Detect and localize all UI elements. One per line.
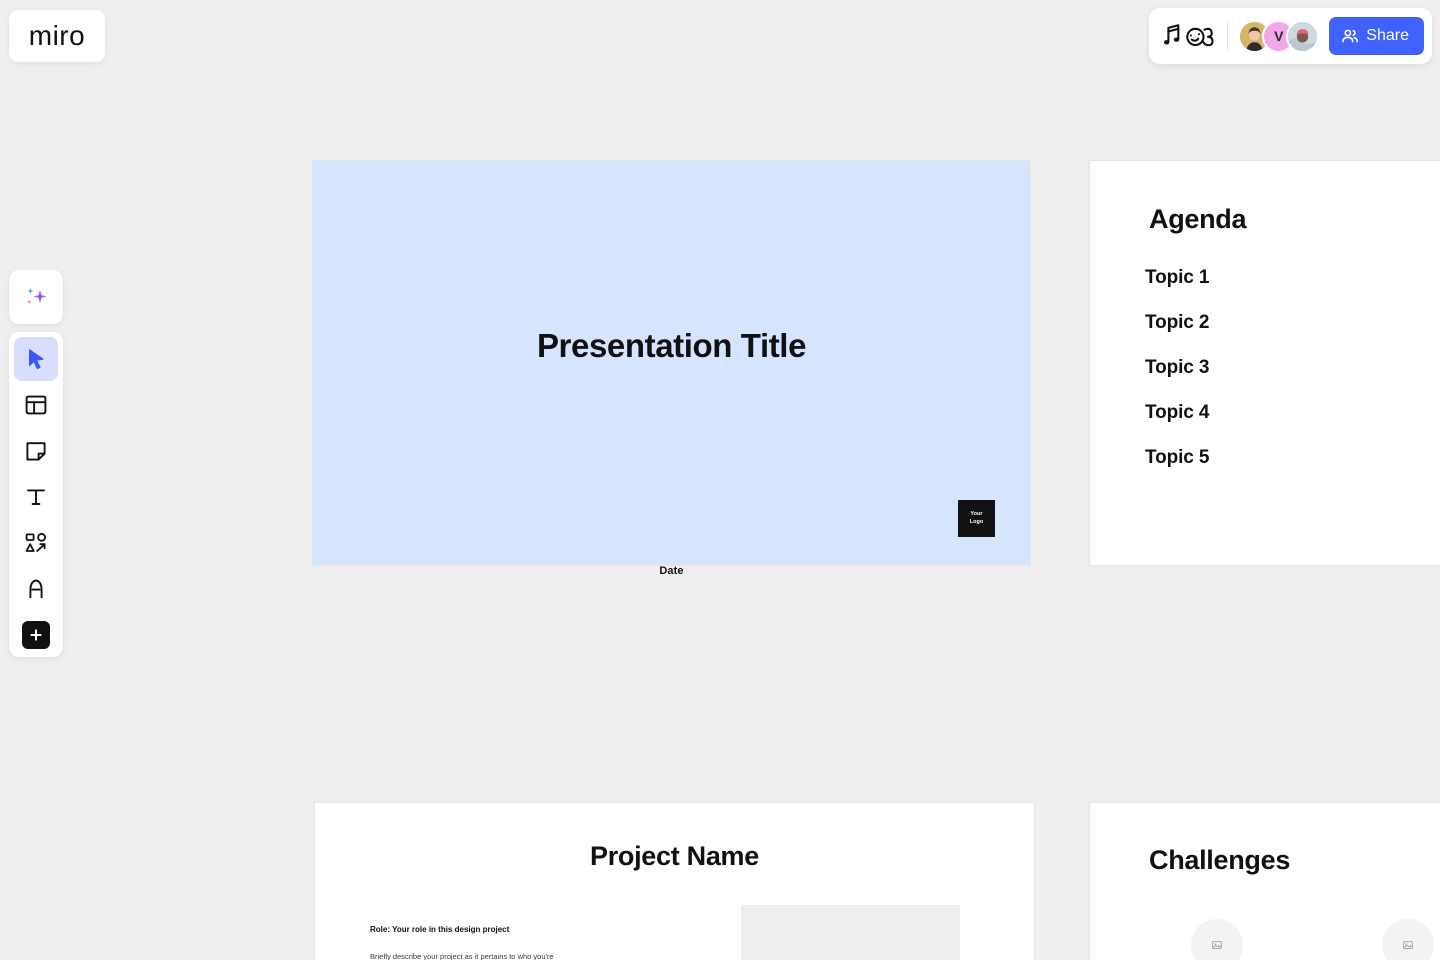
- tool-select[interactable]: [14, 337, 58, 381]
- ai-tool-button[interactable]: [9, 270, 63, 324]
- left-toolbar: [9, 332, 63, 657]
- top-right-toolbar: V Share: [1149, 8, 1432, 64]
- sparkles-icon: [26, 288, 47, 305]
- tool-templates[interactable]: [14, 383, 58, 427]
- board-canvas[interactable]: Presentation Title Date Your Logo Agenda…: [0, 0, 1440, 960]
- slide-presentation-title[interactable]: Presentation Title Date Your Logo: [313, 161, 1030, 577]
- share-button-label: Share: [1366, 27, 1409, 44]
- toolbar-divider: [1227, 21, 1229, 51]
- collaborator-avatars: V: [1238, 19, 1320, 53]
- agenda-topic-item[interactable]: Topic 5: [1145, 447, 1395, 469]
- slide-date-text: Date: [659, 565, 684, 577]
- tool-text[interactable]: [14, 475, 58, 519]
- pen-nib-icon: [29, 579, 43, 599]
- miro-logo-button[interactable]: miro: [9, 10, 105, 62]
- shapes-connector-icon: [25, 532, 47, 552]
- share-button[interactable]: Share: [1329, 17, 1424, 55]
- image-placeholder-icon: [1212, 941, 1222, 949]
- avatar-photo: [1288, 21, 1318, 51]
- challenge-image-placeholder[interactable]: [1191, 919, 1243, 960]
- cursor-icon: [29, 349, 44, 370]
- tool-sticky-note[interactable]: [14, 429, 58, 473]
- slide-agenda[interactable]: Agenda Topic 1 Topic 2 Topic 3 Topic 4 T…: [1090, 161, 1440, 565]
- agenda-topic-item[interactable]: Topic 2: [1145, 312, 1395, 334]
- logo-placeholder-label: Your Logo: [969, 511, 984, 525]
- agenda-topic-item[interactable]: Topic 3: [1145, 357, 1395, 379]
- sticky-note-icon: [26, 442, 46, 461]
- logo-placeholder[interactable]: Your Logo: [958, 500, 995, 537]
- avatar-initial: V: [1274, 28, 1284, 44]
- template-frame-icon: [25, 395, 47, 415]
- music-notes-doodle-icon[interactable]: [1163, 19, 1217, 53]
- people-icon: [1342, 29, 1359, 43]
- image-placeholder-icon: [1403, 941, 1413, 949]
- project-role-label: Role: Your role in this design project: [370, 925, 510, 934]
- plus-icon: [30, 629, 42, 641]
- miro-board-app: Presentation Title Date Your Logo Agenda…: [0, 0, 1440, 960]
- tool-shapes[interactable]: [14, 521, 58, 565]
- agenda-topic-item[interactable]: Topic 1: [1145, 267, 1395, 289]
- avatar[interactable]: [1286, 19, 1320, 53]
- agenda-heading: Agenda: [1149, 204, 1247, 234]
- slide-project-name[interactable]: Project Name Role: Your role in this des…: [315, 803, 1034, 960]
- text-t-icon: [27, 489, 45, 505]
- project-description: Briefly describe your project as it pert…: [370, 952, 554, 960]
- agenda-topic-item[interactable]: Topic 4: [1145, 402, 1395, 424]
- slide-challenges[interactable]: Challenges: [1090, 803, 1440, 960]
- challenge-image-placeholder[interactable]: [1382, 919, 1434, 960]
- agenda-topic-list: Topic 1 Topic 2 Topic 3 Topic 4 Topic 5: [1145, 267, 1395, 492]
- challenges-heading: Challenges: [1149, 845, 1291, 875]
- miro-logo-text: miro: [28, 20, 86, 51]
- tool-pen[interactable]: [14, 567, 58, 611]
- project-image-placeholder[interactable]: [741, 905, 960, 960]
- slide-title-text: Presentation Title: [536, 327, 807, 364]
- tool-more-apps[interactable]: [22, 621, 50, 649]
- project-heading: Project Name: [590, 841, 759, 871]
